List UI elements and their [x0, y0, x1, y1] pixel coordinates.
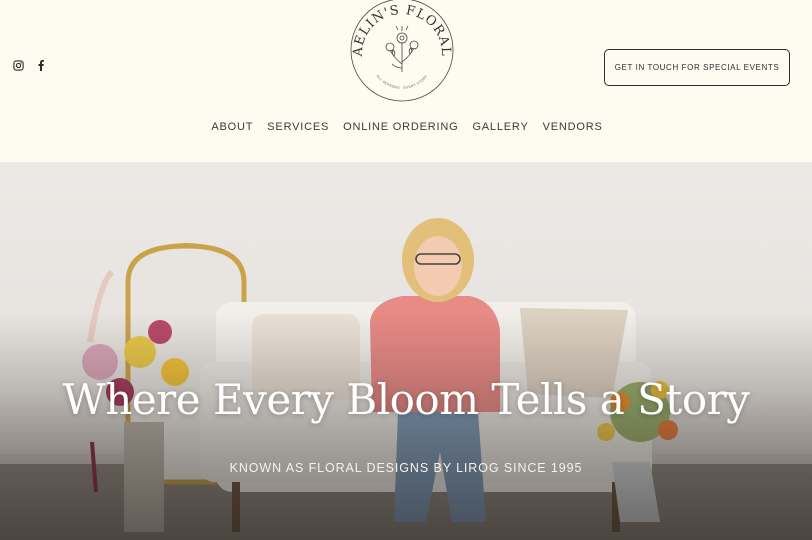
main-nav: ABOUT SERVICES ONLINE ORDERING GALLERY V…: [0, 121, 812, 133]
hero-overlay: [0, 162, 812, 540]
logo-small-text: ALL SEASONS · EVERY STORY: [376, 74, 429, 90]
hero-title: Where Every Bloom Tells a Story: [62, 375, 750, 424]
nav-about[interactable]: ABOUT: [211, 121, 253, 133]
nav-gallery[interactable]: GALLERY: [472, 121, 528, 133]
instagram-icon[interactable]: [13, 60, 25, 74]
brand-logo[interactable]: KAELIN'S FLORALS ALL SEASONS · EVERY STO…: [343, 0, 456, 104]
hero-subtitle: KNOWN AS FLORAL DESIGNS BY LIROG SINCE 1…: [229, 461, 583, 475]
facebook-icon[interactable]: [37, 60, 49, 74]
svg-text:ALL SEASONS · EVERY STORY: ALL SEASONS · EVERY STORY: [376, 74, 429, 90]
nav-vendors[interactable]: VENDORS: [543, 121, 603, 133]
logo-text: KAELIN'S FLORALS: [343, 0, 452, 58]
get-in-touch-button[interactable]: GET IN TOUCH FOR SPECIAL EVENTS: [604, 49, 790, 86]
nav-services[interactable]: SERVICES: [267, 121, 329, 133]
site-header: KAELIN'S FLORALS ALL SEASONS · EVERY STO…: [0, 0, 812, 162]
social-links: [13, 60, 49, 74]
flower-illustration: [385, 25, 419, 72]
svg-text:KAELIN'S FLORALS: KAELIN'S FLORALS: [348, 0, 453, 58]
nav-online-ordering[interactable]: ONLINE ORDERING: [343, 121, 458, 133]
hero-section: Where Every Bloom Tells a Story KNOWN AS…: [0, 162, 812, 540]
